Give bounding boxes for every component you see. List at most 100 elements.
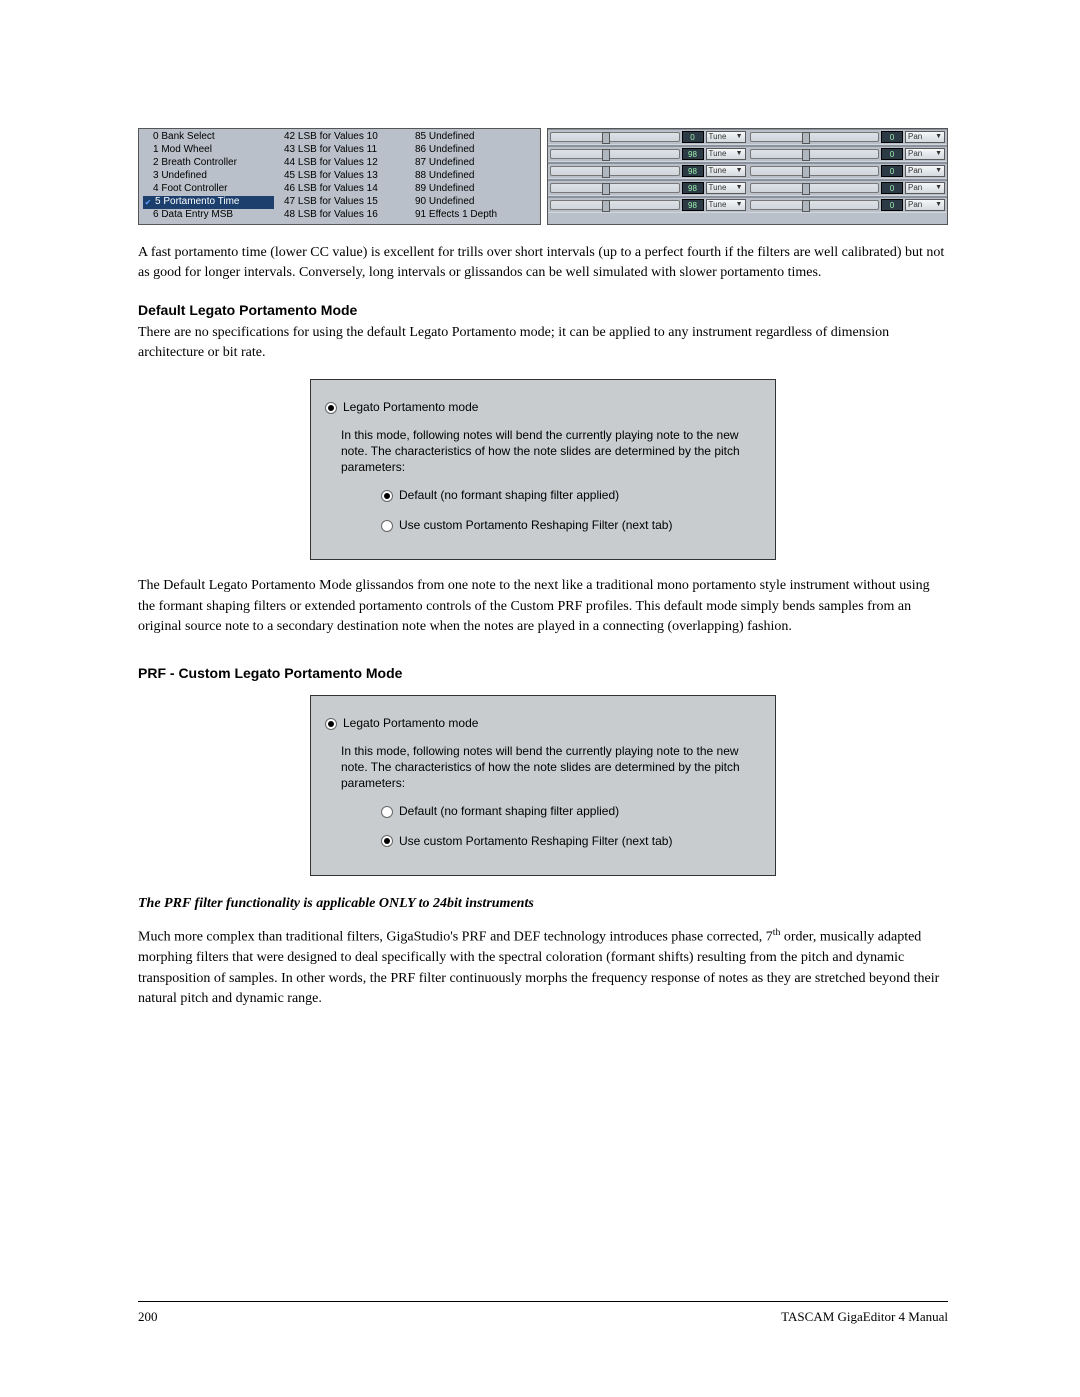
body-paragraph-2: There are no specifications for using th…: [138, 323, 948, 364]
body-paragraph-3: The Default Legato Portamento Mode gliss…: [138, 576, 948, 637]
radio-default-option[interactable]: Default (no formant shaping filter appli…: [381, 487, 757, 504]
radio-icon: [381, 835, 393, 847]
cc-list-item[interactable]: 89 Undefined: [405, 183, 536, 196]
param-dropdown[interactable]: Pan▼: [905, 182, 945, 194]
slider-group: 0 Pan ▼: [750, 165, 946, 177]
dropdown-label: Tune: [709, 182, 727, 194]
value-readout: 98: [682, 148, 704, 160]
radio-icon: [381, 490, 393, 502]
slider-track[interactable]: [750, 149, 880, 159]
chevron-down-icon: ▼: [935, 166, 942, 176]
chevron-down-icon: ▼: [935, 132, 942, 142]
cc-list-item[interactable]: 42 LSB for Values 10: [274, 131, 405, 144]
slider-track[interactable]: [550, 149, 680, 159]
cc-list-item[interactable]: 88 Undefined: [405, 170, 536, 183]
radio-custom-option-2[interactable]: Use custom Portamento Reshaping Filter (…: [381, 833, 757, 850]
param-dropdown[interactable]: Pan▼: [905, 148, 945, 160]
chevron-down-icon: ▼: [736, 200, 743, 210]
dropdown-label: Pan: [908, 165, 922, 177]
value-readout: 0: [682, 131, 704, 143]
param-dropdown[interactable]: Pan▼: [905, 131, 945, 143]
slider-track[interactable]: [750, 183, 880, 193]
value-readout: 98: [682, 199, 704, 211]
cc-list-item[interactable]: 90 Undefined: [405, 196, 536, 209]
legato-dialog-custom: Legato Portamento mode In this mode, fol…: [310, 695, 776, 876]
dropdown-label: Pan: [908, 199, 922, 211]
value-readout: 0: [881, 165, 903, 177]
cc-list-item[interactable]: 86 Undefined: [405, 144, 536, 157]
legato-dialog-default: Legato Portamento mode In this mode, fol…: [310, 379, 776, 560]
param-dropdown[interactable]: Tune▼: [706, 165, 746, 177]
slider-group: 0Pan▼: [750, 199, 946, 211]
slider-group: 0Pan▼: [750, 131, 946, 143]
value-readout: 98: [682, 182, 704, 194]
cc-list-item[interactable]: 2 Breath Controller: [143, 157, 274, 170]
cc-item-label: 91 Effects 1 Depth: [415, 208, 497, 223]
radio-default-option-2[interactable]: Default (no formant shaping filter appli…: [381, 803, 757, 820]
cc-column-1: 0 Bank Select1 Mod Wheel2 Breath Control…: [143, 131, 274, 222]
page-footer: 200 TASCAM GigaEditor 4 Manual: [138, 1301, 948, 1327]
value-readout: 0: [881, 131, 903, 143]
emphasized-note: The PRF filter functionality is applicab…: [138, 894, 948, 914]
cc-list-item[interactable]: 45 LSB for Values 13: [274, 170, 405, 183]
cc-list-item[interactable]: 47 LSB for Values 15: [274, 196, 405, 209]
value-readout: 0: [881, 199, 903, 211]
cc-list-item[interactable]: 46 LSB for Values 14: [274, 183, 405, 196]
manual-title: TASCAM GigaEditor 4 Manual: [781, 1308, 948, 1327]
cc-list-item[interactable]: 6 Data Entry MSB: [143, 209, 274, 222]
heading-prf-custom: PRF - Custom Legato Portamento Mode: [138, 663, 948, 683]
dropdown-label: Tune: [709, 131, 727, 143]
cc-list-item[interactable]: 43 LSB for Values 11: [274, 144, 405, 157]
slider-group: 98Tune▼: [550, 148, 746, 160]
cc-list-item[interactable]: 87 Undefined: [405, 157, 536, 170]
param-dropdown[interactable]: Tune▼: [706, 182, 746, 194]
cc-columns: 0 Bank Select1 Mod Wheel2 Breath Control…: [143, 131, 536, 222]
param-dropdown[interactable]: Pan▼: [905, 199, 945, 211]
slider-track[interactable]: [550, 132, 680, 142]
cc-list-item[interactable]: 0 Bank Select: [143, 131, 274, 144]
cc-list-item[interactable]: ✔5 Portamento Time: [143, 196, 274, 209]
page-number: 200: [138, 1308, 158, 1327]
cc-item-label: 6 Data Entry MSB: [153, 208, 233, 223]
chevron-down-icon: ▼: [736, 132, 743, 142]
dropdown-label: Tune: [709, 199, 727, 211]
cc-list-panel: 0 Bank Select1 Mod Wheel2 Breath Control…: [138, 128, 541, 225]
cc-list-item[interactable]: 1 Mod Wheel: [143, 144, 274, 157]
slider-group: 0 Tune ▼: [550, 131, 746, 143]
p4-part-a: Much more complex than traditional filte…: [138, 930, 773, 945]
heading-default-legato: Default Legato Portamento Mode: [138, 300, 948, 320]
radio-main-mode-2[interactable]: Legato Portamento mode: [325, 715, 757, 732]
radio-custom-option[interactable]: Use custom Portamento Reshaping Filter (…: [381, 517, 757, 534]
slider-track[interactable]: [750, 166, 880, 176]
dialog-description: In this mode, following notes will bend …: [341, 427, 753, 476]
dropdown-label: Tune: [709, 165, 727, 177]
document-page: 0 Bank Select1 Mod Wheel2 Breath Control…: [0, 0, 1080, 1397]
radio-icon: [381, 520, 393, 532]
radio-icon: [381, 806, 393, 818]
value-readout: 0: [881, 148, 903, 160]
param-dropdown[interactable]: Tune ▼: [706, 199, 746, 211]
cc-list-item[interactable]: 91 Effects 1 Depth: [405, 209, 536, 222]
param-dropdown[interactable]: Tune▼: [706, 148, 746, 160]
check-icon: ✔: [143, 198, 153, 208]
slider-group: 98 Tune ▼: [550, 199, 746, 211]
slider-track[interactable]: [550, 166, 680, 176]
tune-pan-panel: 0Tune▼0Pan▼98Tune▼0Pan▼98Tune▼0Pan▼98Tun…: [547, 128, 948, 225]
slider-track[interactable]: [750, 200, 880, 210]
body-paragraph-1: A fast portamento time (lower CC value) …: [138, 243, 948, 284]
tune-pan-row: 98Tune▼ 0Pan▼: [548, 145, 947, 162]
chevron-down-icon: ▼: [935, 149, 942, 159]
param-dropdown[interactable]: Tune ▼: [706, 131, 746, 143]
cc-list-item[interactable]: 48 LSB for Values 16: [274, 209, 405, 222]
cc-list-item[interactable]: 85 Undefined: [405, 131, 536, 144]
cc-list-item[interactable]: 4 Foot Controller: [143, 183, 274, 196]
top-screenshots: 0 Bank Select1 Mod Wheel2 Breath Control…: [138, 128, 948, 225]
chevron-down-icon: ▼: [935, 183, 942, 193]
cc-list-item[interactable]: 44 LSB for Values 12: [274, 157, 405, 170]
slider-track[interactable]: [550, 183, 680, 193]
slider-track[interactable]: [550, 200, 680, 210]
param-dropdown[interactable]: Pan ▼: [905, 165, 945, 177]
cc-list-item[interactable]: 3 Undefined: [143, 170, 274, 183]
radio-main-mode[interactable]: Legato Portamento mode: [325, 399, 757, 416]
slider-track[interactable]: [750, 132, 880, 142]
